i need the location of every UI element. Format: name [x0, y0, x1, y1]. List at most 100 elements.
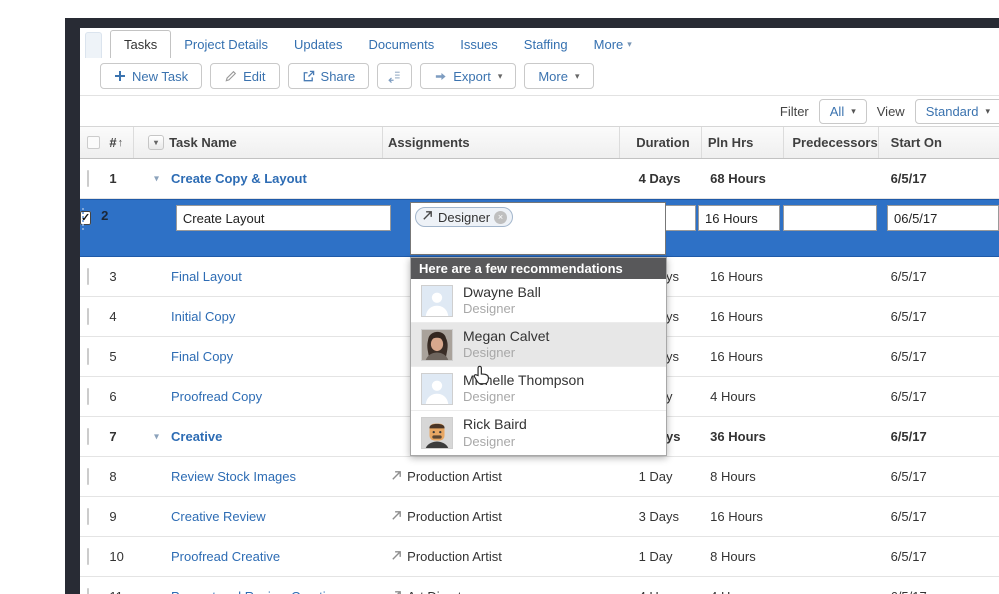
start-on-cell: 6/5/17: [879, 309, 999, 324]
assignment-role[interactable]: Art Director: [390, 589, 622, 594]
export-button[interactable]: Export ▾: [420, 63, 517, 89]
assignment-role-label: Production Artist: [407, 549, 502, 564]
recommendation-megan-calvet[interactable]: Megan Calvet Designer: [411, 323, 666, 367]
row-checkbox[interactable]: [87, 428, 89, 445]
row-number-cell: 2: [101, 200, 129, 223]
header-task-name[interactable]: ▾ Task Name: [134, 127, 383, 158]
task-name-link[interactable]: Proofread Copy: [171, 389, 262, 404]
share-button[interactable]: Share: [287, 63, 370, 89]
row-checkbox[interactable]: [87, 588, 89, 594]
row-checkbox[interactable]: [87, 468, 89, 485]
pln-hrs-cell: 8 Hours: [704, 549, 787, 564]
assignment-pill[interactable]: Designer ×: [415, 207, 514, 227]
assignment-role[interactable]: Production Artist: [390, 469, 622, 485]
start-on-cell: 6/5/17: [879, 589, 999, 594]
row-number-cell: 1: [103, 171, 134, 186]
chevron-down-icon: ▾: [627, 39, 632, 49]
task-name-link[interactable]: Review Stock Images: [171, 469, 296, 484]
share-icon: [302, 70, 315, 83]
start-on-value: 6/5/17: [890, 549, 927, 564]
task-name-link[interactable]: Proofread Creative: [171, 549, 280, 564]
chevron-down-icon: ▾: [497, 70, 503, 81]
row-number-cell: 4: [103, 309, 134, 324]
predecessors-input[interactable]: [783, 205, 877, 231]
row-checkbox[interactable]: [87, 348, 89, 365]
header-predecessors[interactable]: Predecessors: [784, 127, 879, 158]
start-on-input[interactable]: [887, 205, 999, 231]
header-assignments[interactable]: Assignments: [383, 127, 621, 158]
row-checkbox[interactable]: [87, 508, 89, 525]
task-name-link[interactable]: Present and Review Creative: [171, 589, 339, 594]
row-checkbox[interactable]: [87, 548, 89, 565]
header-pln-hrs[interactable]: Pln Hrs: [702, 127, 785, 158]
tab-issues[interactable]: Issues: [447, 31, 511, 58]
task-name-link[interactable]: Final Layout: [171, 269, 242, 284]
tab-label: Tasks: [124, 37, 158, 52]
task-name-input[interactable]: [175, 205, 391, 231]
edit-button[interactable]: Edit: [210, 63, 280, 89]
row-checkbox[interactable]: [87, 170, 89, 187]
task-name-cell: Creative Review: [134, 509, 385, 524]
duration-cell: 3 Days: [623, 509, 705, 524]
assignments-cell: Production Artist: [385, 549, 622, 565]
assignment-editor[interactable]: Designer ×: [410, 202, 666, 255]
pln-hrs-input[interactable]: [698, 205, 780, 231]
task-name-link[interactable]: Initial Copy: [171, 309, 235, 324]
task-name-menu-button[interactable]: ▾: [148, 135, 165, 150]
start-on-cell: 6/5/17: [879, 349, 999, 364]
filter-label: Filter: [779, 103, 809, 119]
tab-more[interactable]: More ▾: [581, 31, 645, 58]
recommendation-rick-baird[interactable]: Rick Baird Designer: [411, 411, 666, 455]
task-name-link[interactable]: Creative: [171, 429, 222, 444]
remove-assignment-icon[interactable]: ×: [494, 210, 508, 224]
tab-updates[interactable]: Updates: [281, 31, 355, 58]
assignment-role[interactable]: Production Artist: [390, 549, 622, 565]
assignment-role[interactable]: Production Artist: [390, 509, 622, 525]
pln-hrs-cell: 4 Hours: [704, 389, 787, 404]
assignments-cell: Art Director: [385, 589, 622, 594]
recommendation-dwayne-ball[interactable]: Dwayne Ball Designer: [411, 279, 666, 323]
assign-button[interactable]: [377, 63, 413, 89]
header-start-on[interactable]: Start On: [879, 127, 999, 158]
more-button[interactable]: More ▾: [524, 63, 594, 89]
row-number-cell: 5: [103, 349, 134, 364]
recommendation-text: Rick Baird Designer: [463, 416, 527, 450]
row-checkbox[interactable]: [87, 308, 89, 325]
drag-handle[interactable]: [82, 208, 84, 230]
table-row-1: 1 ▾ Create Copy & Layout 4 Days 68 Hours 6/5/…: [80, 159, 999, 199]
tab-staffing[interactable]: Staffing: [511, 31, 581, 58]
tab-label: Documents: [368, 37, 435, 52]
task-name-link[interactable]: Create Copy & Layout: [171, 171, 307, 186]
tab-label: Staffing: [523, 37, 568, 52]
header-duration[interactable]: Duration: [620, 127, 702, 158]
pln-hrs-value: 4 Hours: [710, 589, 756, 594]
select-all-checkbox[interactable]: [87, 136, 100, 149]
table-row-11: 11 Present and Review Creative Art Directo…: [80, 577, 999, 594]
recommendation-text: Megan Calvet Designer: [463, 328, 549, 362]
row-checkbox[interactable]: [87, 268, 89, 285]
task-name-link[interactable]: Final Copy: [171, 349, 233, 364]
collapse-caret-icon[interactable]: ▾: [154, 431, 159, 442]
pln-hrs-cell: 8 Hours: [704, 469, 787, 484]
assignment-role-label: Art Director: [407, 589, 473, 594]
recommendation-michelle-thompson[interactable]: Michelle Thompson Designer: [411, 367, 666, 411]
pln-hrs-cell: 36 Hours: [704, 429, 787, 444]
tab-documents[interactable]: Documents: [355, 31, 447, 58]
pln-hrs-cell: [696, 200, 780, 231]
row-checkbox[interactable]: [87, 388, 89, 405]
new-task-button[interactable]: New Task: [100, 63, 203, 89]
tab-project-details[interactable]: Project Details: [171, 31, 281, 58]
recommendation-text: Dwayne Ball Designer: [463, 284, 541, 318]
row-checkbox-cell: [80, 170, 103, 187]
collapse-caret-icon[interactable]: ▾: [154, 173, 159, 184]
avatar: [421, 372, 453, 405]
header-number[interactable]: # ↑: [103, 127, 135, 158]
row-number: 3: [109, 269, 117, 284]
tab-tasks[interactable]: Tasks: [110, 30, 172, 58]
start-on-value: 6/5/17: [890, 349, 927, 364]
app-window: Tasks Project Details Updates Documents Issu…: [80, 28, 999, 594]
task-name-link[interactable]: Creative Review: [171, 509, 266, 524]
tab-label: Project Details: [184, 37, 269, 52]
view-select[interactable]: Standard ▾: [914, 98, 999, 124]
filter-select[interactable]: All ▾: [818, 98, 867, 124]
